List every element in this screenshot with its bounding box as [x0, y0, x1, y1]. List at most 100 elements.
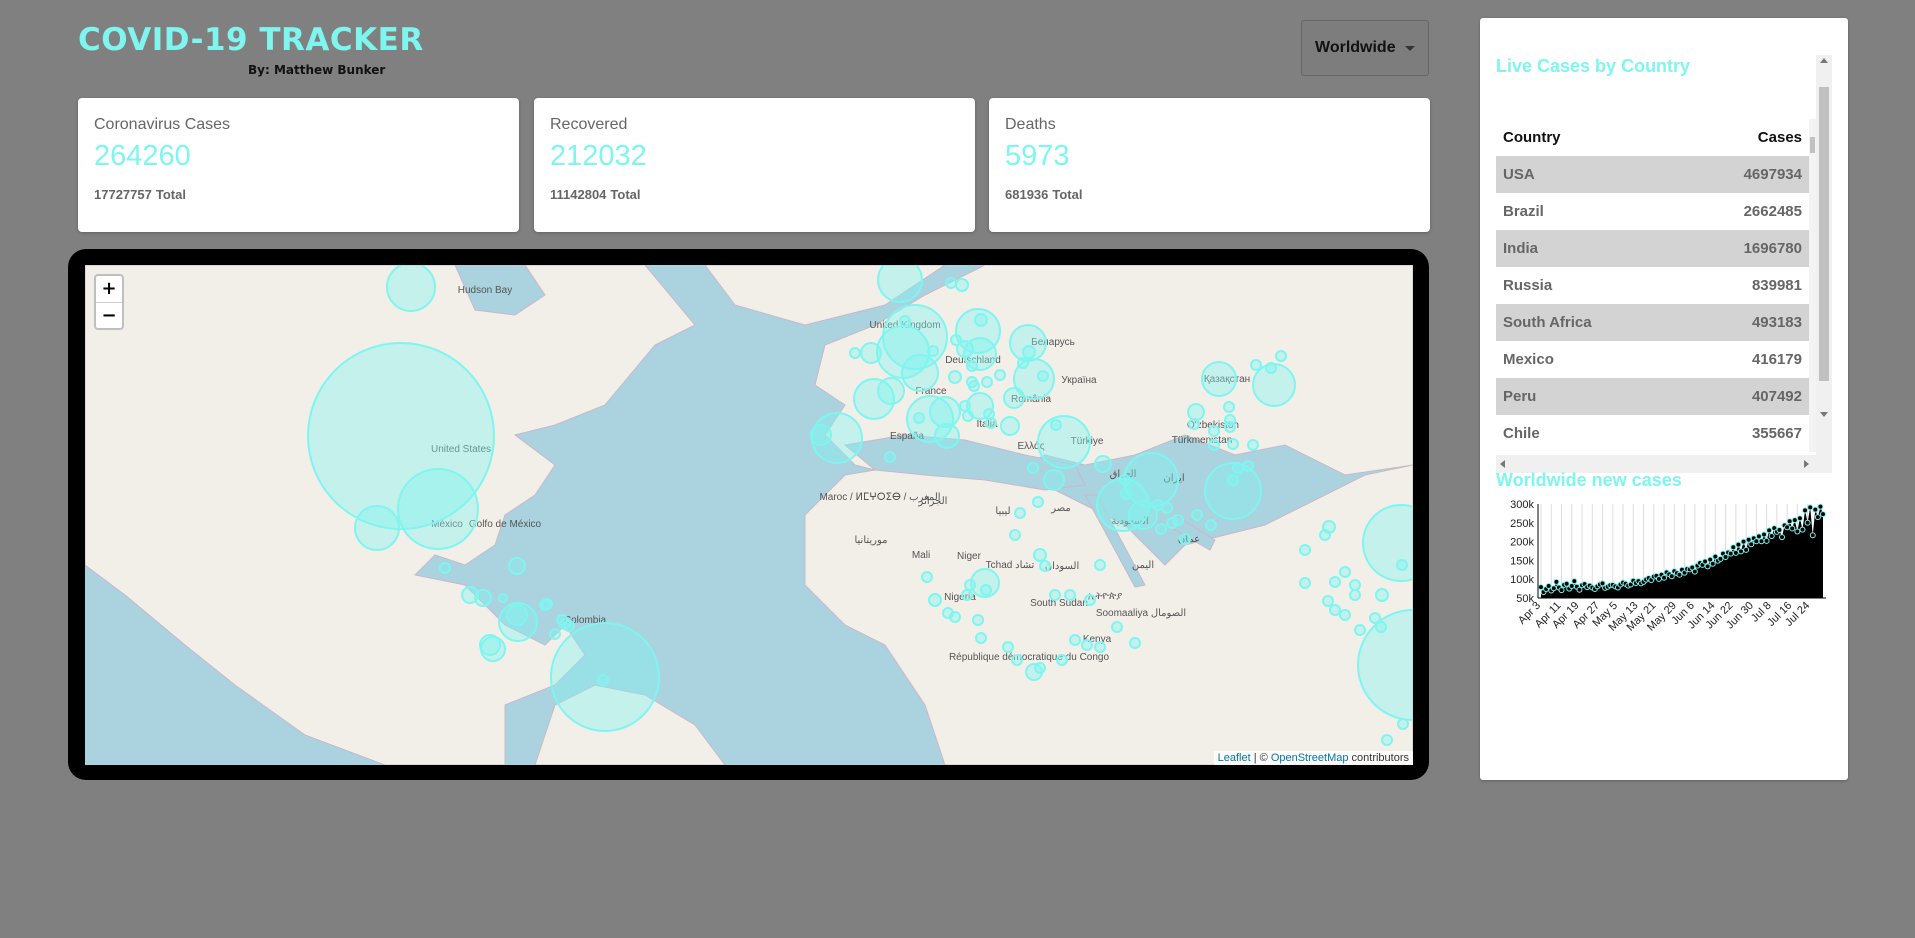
case-circle[interactable] [397, 468, 479, 550]
case-circle[interactable] [1275, 350, 1287, 362]
case-circle[interactable] [1014, 507, 1026, 519]
case-circle[interactable] [1201, 361, 1237, 397]
case-circle[interactable] [1094, 559, 1106, 571]
case-circle[interactable] [354, 505, 400, 551]
case-circle[interactable] [1349, 579, 1361, 591]
case-circle[interactable] [964, 579, 976, 591]
cases-table[interactable]: Country Cases USA 4697934 Brazil 2662485 Ind… [1496, 55, 1832, 473]
case-circle[interactable] [949, 611, 961, 623]
case-circle[interactable] [1227, 438, 1239, 450]
case-circle[interactable] [1381, 734, 1393, 746]
case-circle[interactable] [1322, 595, 1334, 607]
case-circle[interactable] [1223, 401, 1235, 413]
case-circle[interactable] [929, 396, 961, 428]
case-circle[interactable] [1000, 416, 1020, 436]
table-row[interactable]: USA 4697934 [1496, 156, 1809, 193]
case-circle[interactable] [559, 618, 571, 630]
case-circle[interactable] [1208, 439, 1220, 451]
stat-card-cases[interactable]: Coronavirus Cases 264260 17727757 Total [78, 98, 519, 232]
table-viewport[interactable]: Country Cases USA 4697934 Brazil 2662485 Ind… [1496, 119, 1809, 452]
case-circle[interactable] [981, 376, 993, 388]
case-circle[interactable] [955, 278, 969, 292]
stat-card-recovered[interactable]: Recovered 212032 11142804 Total [534, 98, 975, 232]
case-circle[interactable] [927, 345, 939, 357]
case-circle[interactable] [508, 557, 526, 575]
country-select[interactable]: Worldwide [1301, 20, 1429, 76]
scrollbar-thumb[interactable] [1819, 87, 1829, 381]
case-circle[interactable] [928, 593, 942, 607]
case-circle[interactable] [1155, 523, 1167, 535]
case-circle[interactable] [1094, 641, 1106, 653]
case-circle[interactable] [1039, 560, 1051, 572]
case-circle[interactable] [975, 632, 987, 644]
case-circle[interactable] [1329, 604, 1341, 616]
case-circle[interactable] [1187, 403, 1205, 421]
scroll-down-icon[interactable] [1820, 412, 1828, 417]
case-circle[interactable] [1329, 576, 1341, 588]
case-circle[interactable] [1204, 462, 1262, 520]
table-inner-scrollbar[interactable] [1809, 119, 1816, 452]
case-circle[interactable] [541, 598, 553, 610]
table-row[interactable]: Brazil 2662485 [1496, 193, 1809, 230]
scroll-right-icon[interactable] [1804, 460, 1809, 468]
case-circle[interactable] [1032, 496, 1044, 508]
case-circle[interactable] [1034, 662, 1046, 674]
case-circle[interactable] [1022, 345, 1036, 359]
case-circle[interactable] [1242, 460, 1254, 472]
case-circle[interactable] [1011, 654, 1023, 666]
case-circle[interactable] [1250, 359, 1262, 371]
case-circle[interactable] [985, 417, 997, 429]
table-row[interactable]: South Africa 493183 [1496, 304, 1809, 341]
case-circle[interactable] [1397, 718, 1409, 730]
case-circle[interactable] [1081, 639, 1093, 651]
case-circle[interactable] [1056, 654, 1068, 666]
case-circle[interactable] [1084, 594, 1096, 606]
stat-card-deaths[interactable]: Deaths 5973 681936 Total [989, 98, 1430, 232]
zoom-in-button[interactable]: + [96, 276, 122, 302]
case-circle[interactable] [1339, 566, 1351, 578]
case-circle[interactable] [1009, 529, 1021, 541]
case-circle[interactable] [994, 369, 1006, 381]
case-circle[interactable] [1043, 469, 1065, 491]
case-circle[interactable] [549, 628, 561, 640]
case-circle[interactable] [1037, 370, 1049, 382]
case-circle[interactable] [921, 571, 933, 583]
case-circle[interactable] [1349, 589, 1361, 601]
case-circle[interactable] [1027, 462, 1039, 474]
case-circle[interactable] [480, 636, 506, 662]
panel-scrollbar[interactable] [1816, 55, 1832, 455]
table-row[interactable]: Peru 407492 [1496, 378, 1809, 415]
case-circle[interactable] [386, 265, 436, 312]
case-circle[interactable] [597, 674, 609, 686]
case-circle[interactable] [1354, 624, 1366, 636]
case-circle[interactable] [961, 589, 973, 601]
case-circle[interactable] [966, 376, 978, 388]
case-circle[interactable] [1166, 517, 1178, 529]
case-circle[interactable] [1375, 588, 1389, 602]
case-circle[interactable] [1299, 577, 1311, 589]
case-circle[interactable] [810, 424, 832, 446]
case-circle[interactable] [1161, 502, 1173, 514]
case-circle[interactable] [1227, 474, 1239, 486]
case-circle[interactable] [1224, 421, 1236, 433]
zoom-out-button[interactable]: − [96, 302, 122, 328]
case-circle[interactable] [1123, 452, 1179, 508]
case-circle[interactable] [1205, 519, 1217, 531]
case-circle[interactable] [948, 370, 962, 384]
case-circle[interactable] [498, 593, 508, 603]
leaflet-link[interactable]: Leaflet [1218, 752, 1251, 764]
map-view[interactable]: Hudson BayUnited StatesMéxicoGolfo de Mé… [85, 265, 1413, 765]
case-circle[interactable] [1037, 415, 1091, 469]
case-circle[interactable] [1094, 455, 1112, 473]
table-row[interactable]: Mexico 416179 [1496, 341, 1809, 378]
case-circle[interactable] [1033, 548, 1047, 562]
case-circle[interactable] [1179, 533, 1191, 545]
case-circle[interactable] [1299, 544, 1311, 556]
case-circle[interactable] [1208, 425, 1220, 437]
osm-link[interactable]: OpenStreetMap [1271, 752, 1349, 764]
scroll-up-icon[interactable] [1820, 58, 1828, 63]
table-row[interactable]: India 1696780 [1496, 230, 1809, 267]
case-circle[interactable] [1232, 462, 1244, 474]
scrollbar-thumb[interactable] [1810, 137, 1815, 153]
case-circle[interactable] [849, 347, 861, 359]
